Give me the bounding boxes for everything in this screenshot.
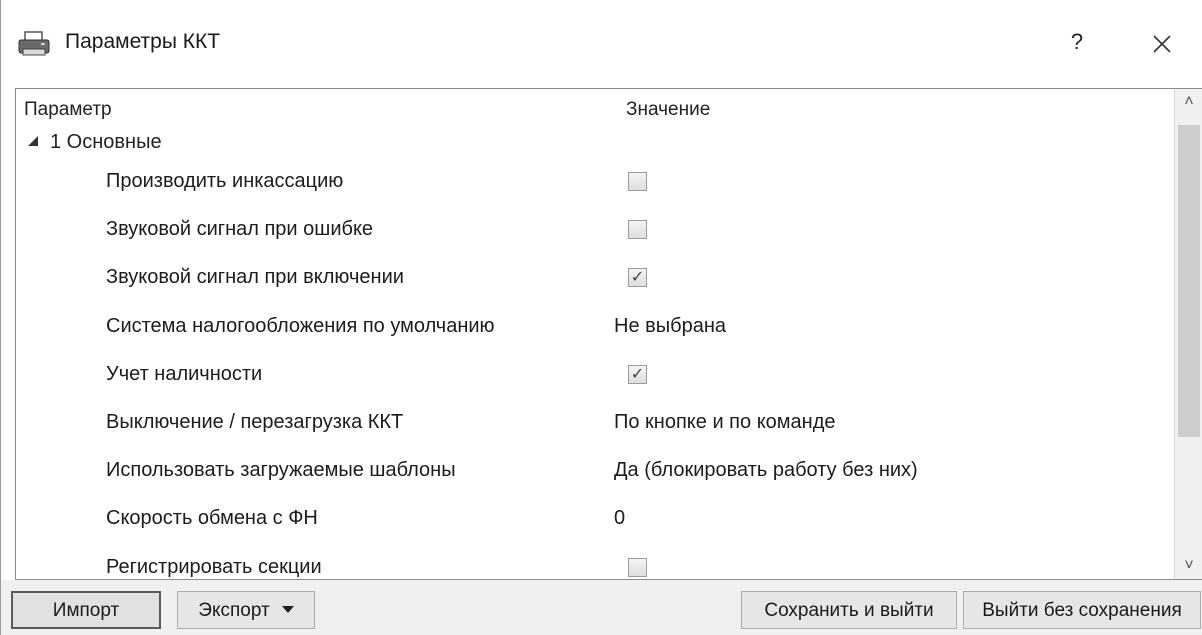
property-checkbox[interactable]: ✓ [628,268,647,288]
property-checkbox[interactable] [628,557,647,577]
export-dropdown-button[interactable]: Экспорт [177,591,315,629]
group-label: 1 Основные [50,131,162,153]
property-checkbox[interactable] [628,172,647,191]
property-row[interactable]: Учет наличности ✓ [16,353,1166,401]
scroll-thumb[interactable] [1178,125,1200,437]
group-row-basic[interactable]: 1 Основные [28,131,162,161]
property-label: Скорость обмена с ФН [106,507,318,530]
property-checkbox[interactable] [628,220,647,240]
expand-triangle-icon[interactable] [28,136,38,146]
property-row[interactable]: Звуковой сигнал при включении ✓ [16,256,1166,304]
property-row[interactable]: Производить инкассацию [16,160,1166,208]
vertical-scrollbar[interactable]: ˄ ˅ [1174,89,1202,579]
property-grid: Параметр Значение 1 Основные Производить… [15,88,1202,580]
import-button[interactable]: Импорт [11,591,161,629]
title-bar: Параметры ККТ ? [1,0,1202,88]
property-row[interactable]: Система налогообложения по умолчанию Не в… [16,305,1166,353]
close-icon[interactable] [1137,22,1187,66]
parameters-dialog: Параметры ККТ ? Параметр Значение 1 Осно… [0,0,1202,635]
export-label: Экспорт [198,600,270,621]
dropdown-arrow-icon [281,606,294,613]
property-label: Использовать загружаемые шаблоны [106,459,456,482]
printer-icon [18,31,50,56]
property-label: Звуковой сигнал при ошибке [106,218,374,241]
property-row[interactable]: Скорость обмена с ФН 0 [16,497,1166,545]
property-label: Регистрировать секции [106,555,322,578]
property-value[interactable]: Да (блокировать работу без них) [614,459,918,482]
property-label: Учет наличности [106,362,263,385]
property-checkbox[interactable]: ✓ [628,364,647,384]
property-value[interactable]: По кнопке и по команде [614,411,836,434]
chevron-up-icon[interactable]: ˄ [1175,89,1202,115]
property-label: Система налогообложения по умолчанию [106,314,495,337]
chevron-down-icon[interactable]: ˅ [1175,553,1202,579]
property-row[interactable]: Выключение / перезагрузка ККТ По кнопке и… [16,401,1166,449]
column-header-value[interactable]: Значение [626,99,710,121]
property-value[interactable]: 0 [614,507,625,530]
property-row[interactable]: Регистрировать секции [16,546,1166,579]
dialog-footer: Импорт Экспорт Сохранить и выйти Выйти б… [1,580,1202,635]
help-button[interactable]: ? [1059,22,1095,62]
property-label: Звуковой сигнал при включении [106,266,404,289]
property-row[interactable]: Звуковой сигнал при ошибке [16,208,1166,256]
window-title: Параметры ККТ [65,30,221,53]
property-row[interactable]: Использовать загружаемые шаблоны Да (блок… [16,449,1166,497]
column-header-param[interactable]: Параметр [24,99,112,121]
property-label: Выключение / перезагрузка ККТ [106,411,404,433]
save-exit-button[interactable]: Сохранить и выйти [741,591,957,629]
property-value[interactable]: Не выбрана [614,315,726,338]
exit-without-saving-button[interactable]: Выйти без сохранения [963,591,1201,629]
property-label: Производить инкассацию [106,170,344,192]
